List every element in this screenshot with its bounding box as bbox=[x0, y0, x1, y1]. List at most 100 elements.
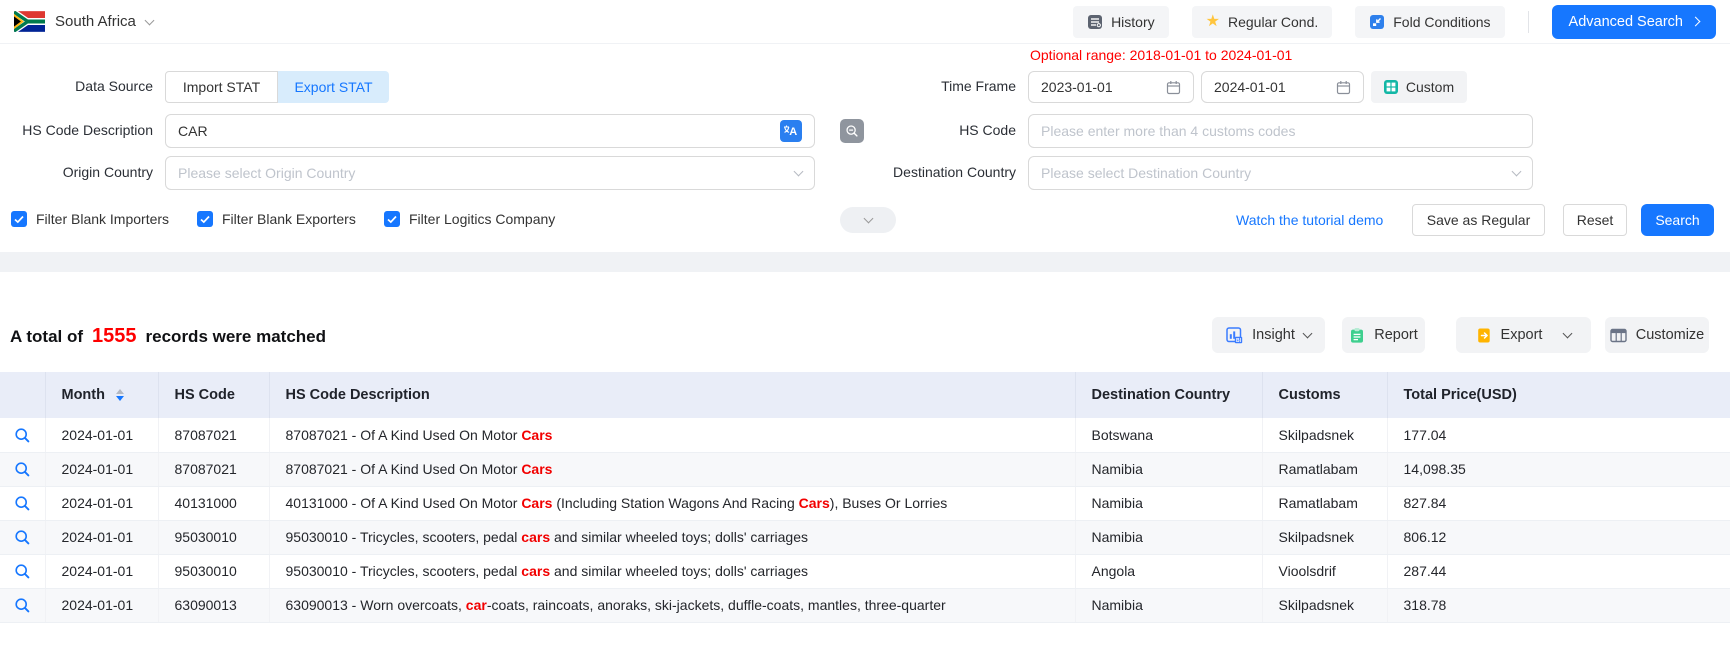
calendar-icon bbox=[1336, 80, 1351, 95]
cell-hs-code: 63090013 bbox=[158, 588, 269, 622]
cell-destination-country: Namibia bbox=[1075, 486, 1262, 520]
chevron-right-icon bbox=[1691, 17, 1701, 27]
results-table: Month HS Code HS Code Description Destin… bbox=[0, 372, 1730, 623]
results-panel: A total of 1555 records were matched BI … bbox=[0, 272, 1730, 647]
origin-country-placeholder: Please select Origin Country bbox=[178, 165, 355, 181]
export-stat-option[interactable]: Export STAT bbox=[278, 71, 389, 103]
report-icon bbox=[1349, 327, 1365, 344]
export-button[interactable]: Export bbox=[1456, 317, 1591, 353]
cell-hs-description: 95030010 - Tricycles, scooters, pedal ca… bbox=[269, 554, 1075, 588]
cell-total-price: 827.84 bbox=[1387, 486, 1730, 520]
chevron-down-icon bbox=[863, 213, 873, 223]
cell-hs-description: 87087021 - Of A Kind Used On Motor Cars bbox=[269, 452, 1075, 486]
cell-total-price: 287.44 bbox=[1387, 554, 1730, 588]
row-detail-search-icon[interactable] bbox=[14, 563, 31, 580]
expand-conditions-toggle[interactable] bbox=[840, 207, 896, 233]
col-month-label: Month bbox=[62, 387, 105, 403]
chevron-down-icon bbox=[794, 167, 804, 177]
regular-cond-button[interactable]: ★ Regular Cond. bbox=[1192, 6, 1333, 38]
custom-range-button[interactable]: Custom bbox=[1371, 71, 1467, 103]
table-row: 2024-01-016309001363090013 - Worn overco… bbox=[0, 588, 1730, 622]
sort-icon[interactable] bbox=[116, 389, 124, 401]
cell-detail bbox=[0, 418, 45, 452]
history-icon bbox=[1087, 14, 1103, 30]
checkbox-checked-icon bbox=[197, 211, 213, 227]
cell-hs-description: 87087021 - Of A Kind Used On Motor Cars bbox=[269, 418, 1075, 452]
report-button[interactable]: Report bbox=[1342, 317, 1425, 353]
cell-customs: Skilpadsnek bbox=[1262, 418, 1387, 452]
tutorial-demo-link[interactable]: Watch the tutorial demo bbox=[1236, 204, 1383, 236]
cell-hs-code: 40131000 bbox=[158, 486, 269, 520]
import-stat-option[interactable]: Import STAT bbox=[165, 71, 278, 103]
hs-desc-input[interactable] bbox=[178, 123, 780, 139]
chevron-down-icon bbox=[1563, 329, 1573, 339]
translate-icon[interactable]: A bbox=[780, 120, 802, 142]
star-icon: ★ bbox=[1206, 14, 1220, 30]
row-detail-search-icon[interactable] bbox=[14, 495, 31, 512]
country-selector[interactable]: South Africa bbox=[14, 11, 153, 32]
destination-country-label: Destination Country bbox=[860, 156, 1016, 189]
customize-label: Customize bbox=[1636, 327, 1705, 343]
hs-code-input[interactable] bbox=[1041, 123, 1520, 139]
svg-text:A: A bbox=[789, 126, 797, 138]
customize-columns-icon bbox=[1610, 328, 1627, 343]
cell-detail bbox=[0, 588, 45, 622]
col-detail bbox=[0, 372, 45, 418]
reset-button[interactable]: Reset bbox=[1563, 204, 1627, 236]
insight-label: Insight bbox=[1252, 327, 1295, 343]
table-header-row: Month HS Code HS Code Description Destin… bbox=[0, 372, 1730, 418]
report-label: Report bbox=[1374, 327, 1418, 343]
cell-month: 2024-01-01 bbox=[45, 588, 158, 622]
col-month[interactable]: Month bbox=[45, 372, 158, 418]
row-detail-search-icon[interactable] bbox=[14, 427, 31, 444]
save-as-regular-button[interactable]: Save as Regular bbox=[1412, 204, 1545, 236]
advanced-search-button[interactable]: Advanced Search bbox=[1552, 5, 1716, 39]
origin-country-select[interactable]: Please select Origin Country bbox=[165, 156, 815, 190]
cell-total-price: 14,098.35 bbox=[1387, 452, 1730, 486]
row-detail-search-icon[interactable] bbox=[14, 461, 31, 478]
insight-button[interactable]: BI Insight bbox=[1212, 317, 1325, 353]
filter-logitics-company-checkbox[interactable]: Filter Logitics Company bbox=[384, 211, 555, 227]
custom-icon bbox=[1384, 80, 1398, 94]
cell-detail bbox=[0, 486, 45, 520]
cell-hs-code: 95030010 bbox=[158, 520, 269, 554]
panel-separator bbox=[0, 252, 1730, 272]
country-name: South Africa bbox=[55, 13, 136, 30]
row-detail-search-icon[interactable] bbox=[14, 597, 31, 614]
custom-label: Custom bbox=[1406, 79, 1454, 95]
cell-month: 2024-01-01 bbox=[45, 418, 158, 452]
cell-total-price: 318.78 bbox=[1387, 588, 1730, 622]
cell-destination-country: Botswana bbox=[1075, 418, 1262, 452]
cell-hs-description: 63090013 - Worn overcoats, car-coats, ra… bbox=[269, 588, 1075, 622]
cell-hs-description: 95030010 - Tricycles, scooters, pedal ca… bbox=[269, 520, 1075, 554]
search-button[interactable]: Search bbox=[1641, 204, 1714, 236]
total-count: 1555 bbox=[92, 325, 137, 348]
start-date-input[interactable]: 2023-01-01 bbox=[1028, 71, 1194, 103]
customize-button[interactable]: Customize bbox=[1605, 317, 1709, 353]
total-suffix: records were matched bbox=[146, 327, 326, 347]
chevron-down-icon bbox=[144, 15, 154, 25]
cell-month: 2024-01-01 bbox=[45, 486, 158, 520]
history-button[interactable]: History bbox=[1073, 6, 1169, 38]
svg-text:BI: BI bbox=[1236, 337, 1242, 343]
regular-cond-label: Regular Cond. bbox=[1228, 14, 1318, 30]
end-date-value: 2024-01-01 bbox=[1214, 79, 1286, 95]
history-label: History bbox=[1111, 14, 1155, 30]
start-date-value: 2023-01-01 bbox=[1041, 79, 1113, 95]
end-date-input[interactable]: 2024-01-01 bbox=[1201, 71, 1364, 103]
row-detail-search-icon[interactable] bbox=[14, 529, 31, 546]
filter-blank-exporters-label: Filter Blank Exporters bbox=[222, 211, 356, 227]
filter-blank-exporters-checkbox[interactable]: Filter Blank Exporters bbox=[197, 211, 356, 227]
table-row: 2024-01-019503001095030010 - Tricycles, … bbox=[0, 554, 1730, 588]
cell-customs: Vioolsdrif bbox=[1262, 554, 1387, 588]
cell-total-price: 806.12 bbox=[1387, 520, 1730, 554]
chevron-down-icon bbox=[1512, 167, 1522, 177]
fold-conditions-button[interactable]: Fold Conditions bbox=[1355, 6, 1504, 38]
col-customs: Customs bbox=[1262, 372, 1387, 418]
destination-country-select[interactable]: Please select Destination Country bbox=[1028, 156, 1533, 190]
results-summary: A total of 1555 records were matched bbox=[10, 325, 326, 348]
cell-destination-country: Namibia bbox=[1075, 520, 1262, 554]
col-hs-code: HS Code bbox=[158, 372, 269, 418]
filter-blank-importers-checkbox[interactable]: Filter Blank Importers bbox=[11, 211, 169, 227]
cell-destination-country: Namibia bbox=[1075, 452, 1262, 486]
